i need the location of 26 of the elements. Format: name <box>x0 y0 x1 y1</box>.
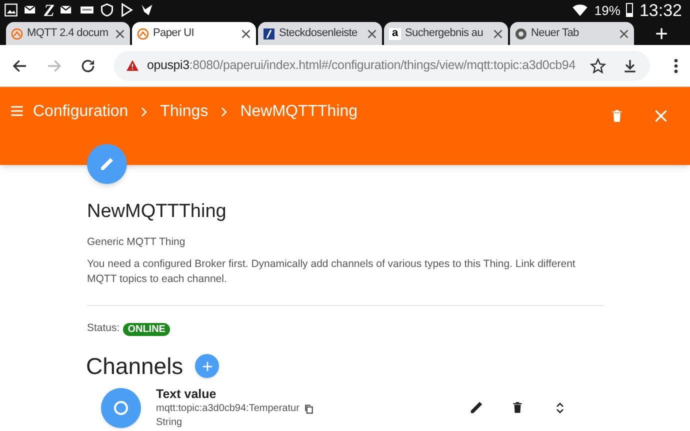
browser-tab[interactable]: MQTT 2.4 docum <box>6 22 130 45</box>
channel-uid: mqtt:topic:a3d0cb94:Temperatur <box>156 402 300 416</box>
status-badge: ONLINE <box>122 322 170 336</box>
battery-percent: 19% <box>594 4 620 16</box>
app-letter-icon: Z <box>44 2 54 18</box>
channels-heading: Channels <box>86 352 184 381</box>
tab-title: Suchergebnis au <box>405 26 484 42</box>
url-text: opuspi3:8080/paperui/index.html#/configuration/things/view/mqtt:topic:a3d0cb94 <box>147 57 576 74</box>
thing-description: You need a configured Broker first. Dynamically add channels of various types to this Thing. Link different MQTT topics to each channel. <box>87 257 576 288</box>
channel-name: Text value <box>156 386 218 402</box>
tab-title: Neuer Tab <box>531 26 580 42</box>
browser-tab[interactable]: a Suchergebnis au <box>384 22 508 45</box>
tab-title: Paper UI <box>153 26 196 42</box>
clock-time: 13:32 <box>639 2 683 18</box>
channel-type: String <box>156 416 184 430</box>
new-tab-button[interactable]: + <box>655 22 690 45</box>
tab-title: MQTT 2.4 docum <box>27 26 110 42</box>
browser-tab[interactable]: Steckdosenleiste <box>258 22 382 45</box>
thing-type: Generic MQTT Thing <box>87 234 186 250</box>
browser-tab[interactable]: Neuer Tab <box>510 22 634 45</box>
address-bar[interactable]: opuspi3:8080/paperui/index.html#/configuration/things/view/mqtt:topic:a3d0cb94 <box>114 50 650 80</box>
browser-tab[interactable]: Paper UI <box>132 22 256 45</box>
amazon-icon: a <box>389 28 401 40</box>
status-label: Status: <box>87 321 120 336</box>
thing-title: NewMQTTThing <box>87 200 228 224</box>
tab-title: Steckdosenleiste <box>279 26 358 42</box>
